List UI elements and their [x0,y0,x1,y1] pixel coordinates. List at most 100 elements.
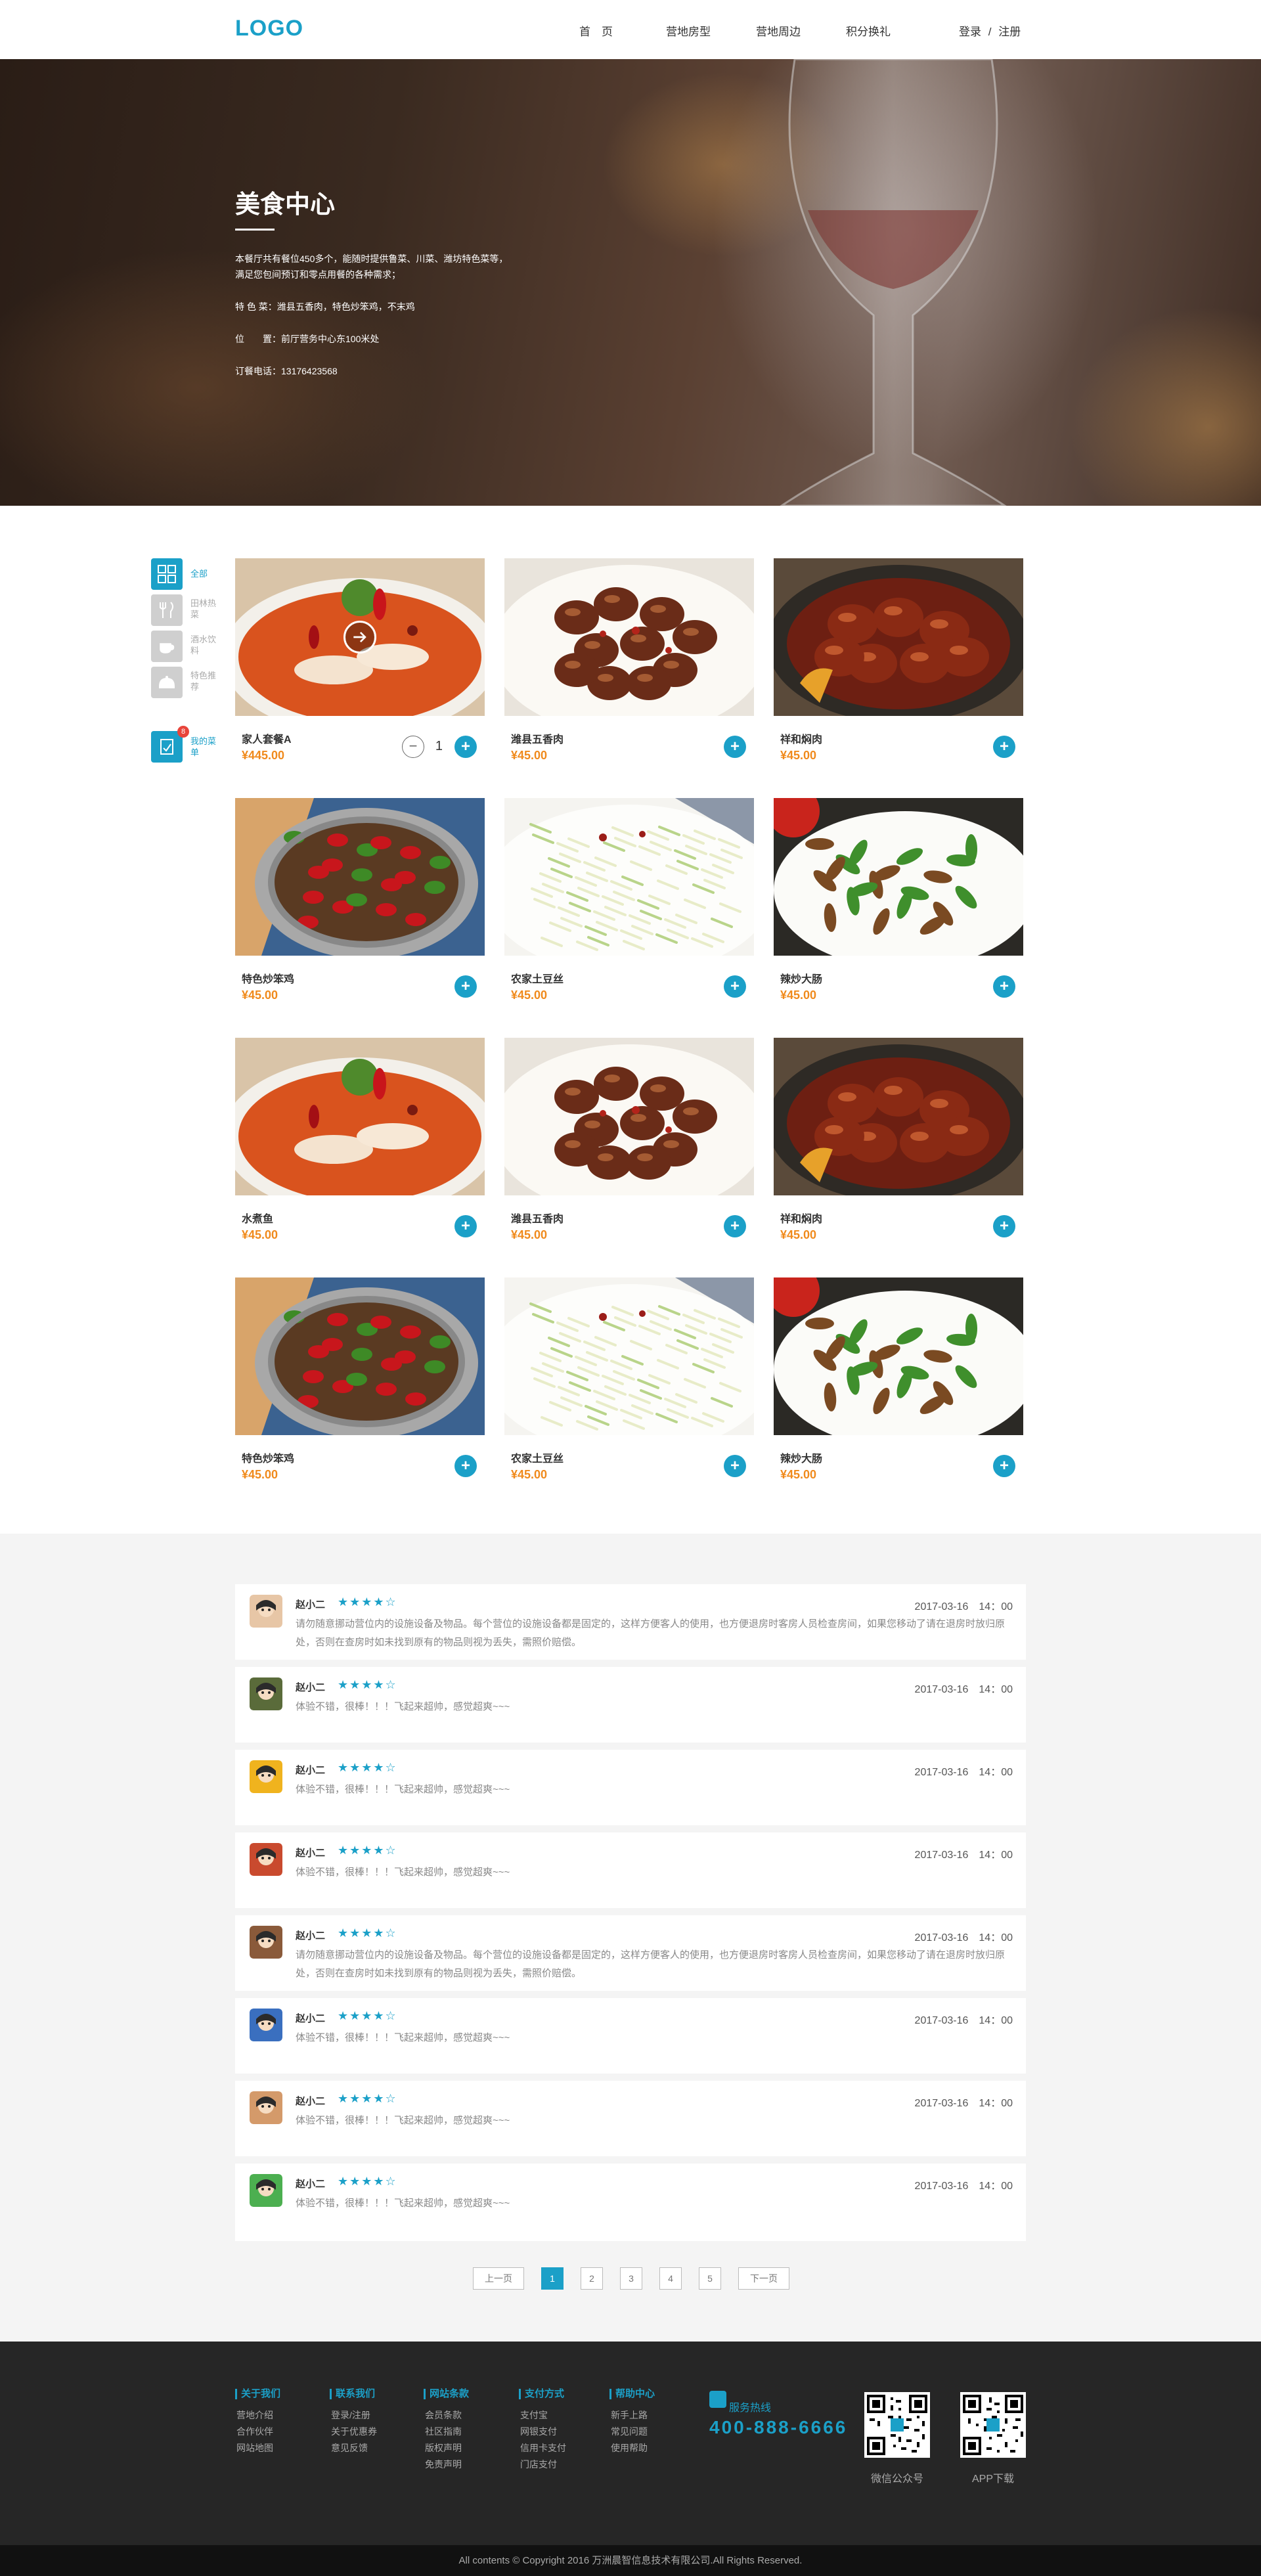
add-to-menu-button[interactable]: + [454,736,477,758]
sidebar-label-featured[interactable]: 特色推荐 [190,670,217,692]
footer-link[interactable]: 新手上路 [609,2407,655,2424]
add-to-menu-button[interactable]: + [993,736,1015,758]
footer-column-title: 帮助中心 [609,2389,655,2399]
footer-link[interactable]: 网银支付 [519,2424,566,2440]
add-to-menu-button[interactable]: + [454,975,477,998]
pagination-next[interactable]: 下一页 [738,2267,789,2290]
pagination-page-2[interactable]: 2 [581,2267,603,2290]
fork-knife-icon [160,602,173,618]
dish-card[interactable]: 家人套餐A ¥445.00 −1 + [235,558,485,768]
hero-intro-line1: 本餐厅共有餐位450多个，能随时提供鲁菜、川菜、潍坊特色菜等， [235,254,508,264]
footer-link[interactable]: 关于优惠券 [330,2424,377,2440]
comment-item: 赵小二 ★★★★☆ 2017-03-16 14：00 请勿随意挪动营位内的设施设备及物… [235,1915,1026,1991]
dish-card[interactable]: 祥和焖肉 ¥45.00 + [774,558,1023,768]
dish-image[interactable] [774,798,1023,956]
arrow-right-icon[interactable] [343,621,376,654]
footer-link[interactable]: 版权声明 [424,2440,469,2456]
dish-name: 祥和焖肉 [780,1214,823,1225]
add-to-menu-button[interactable]: + [454,1455,477,1477]
comment-text: 体验不错，很棒！！！飞起来超帅，感觉超爽~~~ [296,1784,510,1795]
footer-link[interactable]: 信用卡支付 [519,2440,566,2456]
sidebar-item-all[interactable] [151,558,183,590]
dish-image[interactable] [504,1038,754,1195]
dish-image[interactable] [774,1038,1023,1195]
add-to-menu-button[interactable]: + [993,1455,1015,1477]
comment-author: 赵小二 [296,1765,326,1776]
sidebar-item-hot-dishes[interactable] [151,594,183,626]
nav-camp-surroundings[interactable]: 营地周边 [756,22,801,39]
comment-author: 赵小二 [296,1848,326,1859]
dish-image[interactable] [504,798,754,956]
add-to-menu-button[interactable]: + [724,1455,746,1477]
dish-card[interactable]: 辣炒大肠 ¥45.00 + [774,798,1023,1008]
comment-author: 赵小二 [296,1930,326,1942]
dish-price: ¥45.00 [242,988,278,1002]
dish-card[interactable]: 特色炒笨鸡 ¥45.00 + [235,798,485,1008]
add-to-menu-button[interactable]: + [993,975,1015,998]
footer-link[interactable]: 社区指南 [424,2424,469,2440]
dish-image[interactable] [235,798,485,956]
coffee-cup-icon [160,643,175,654]
nav-camp-rooms[interactable]: 营地房型 [666,22,711,39]
nav-points-gifts[interactable]: 积分换礼 [846,22,891,39]
rating-stars: ★★★★☆ [338,1844,397,1857]
footer-link[interactable]: 意见反馈 [330,2440,377,2456]
add-to-menu-button[interactable]: + [724,1215,746,1237]
footer-link[interactable]: 支付宝 [519,2407,566,2424]
dish-card[interactable]: 潍县五香肉 ¥45.00 + [504,558,754,768]
dish-card[interactable]: 农家土豆丝 ¥45.00 + [504,1277,754,1488]
hero-intro-line2: 满足您包间预订和零点用餐的各种需求； [235,269,401,280]
pagination-page-4[interactable]: 4 [659,2267,682,2290]
sidebar-label-all[interactable]: 全部 [190,568,217,579]
decrease-quantity-button[interactable]: − [402,736,424,758]
comment-date: 2017-03-16 14：00 [914,1850,1013,1861]
dish-card[interactable]: 水煮鱼 ¥45.00 + [235,1038,485,1248]
dish-image[interactable] [504,1277,754,1435]
footer-link[interactable]: 免责声明 [424,2456,469,2473]
dish-card[interactable]: 潍县五香肉 ¥45.00 + [504,1038,754,1248]
pagination-page-3[interactable]: 3 [620,2267,642,2290]
dish-name: 家人套餐A [242,734,292,745]
dish-card[interactable]: 农家土豆丝 ¥45.00 + [504,798,754,1008]
my-menu-button[interactable] [151,731,183,763]
footer-link[interactable]: 会员条款 [424,2407,469,2424]
sidebar-label-drinks[interactable]: 酒水饮料 [190,634,217,656]
pagination-prev[interactable]: 上一页 [473,2267,524,2290]
footer-link[interactable]: 使用帮助 [609,2440,655,2456]
add-to-menu-button[interactable]: + [993,1215,1015,1237]
add-to-menu-button[interactable]: + [724,975,746,998]
my-menu-label[interactable]: 我的菜单 [190,736,217,758]
add-to-menu-button[interactable]: + [724,736,746,758]
rating-stars: ★★★★☆ [338,2092,397,2105]
dish-image[interactable] [774,558,1023,716]
dish-name: 辣炒大肠 [780,974,823,985]
sidebar-label-hot-dishes[interactable]: 田林热菜 [190,598,217,620]
pagination-page-5[interactable]: 5 [699,2267,721,2290]
footer-link[interactable]: 门店支付 [519,2456,566,2473]
dish-price: ¥45.00 [511,988,548,1002]
comment-date: 2017-03-16 14：00 [914,1601,1013,1612]
logo[interactable]: LOGO [235,16,303,41]
comment-item: 赵小二 ★★★★☆ 2017-03-16 14：00 体验不错，很棒！！！飞起来超帅，… [235,2164,1026,2241]
dish-card[interactable]: 辣炒大肠 ¥45.00 + [774,1277,1023,1488]
pagination-page-1[interactable]: 1 [541,2267,564,2290]
nav-home[interactable]: 首 页 [579,22,613,39]
footer-link[interactable]: 营地介绍 [235,2407,280,2424]
footer-link[interactable]: 常见问题 [609,2424,655,2440]
sidebar-item-featured[interactable] [151,667,183,698]
dish-image[interactable] [235,1038,485,1195]
login-link[interactable]: 登录 [959,26,981,38]
dish-price: ¥45.00 [780,1228,817,1241]
register-link[interactable]: 注册 [998,26,1021,38]
dish-card[interactable]: 特色炒笨鸡 ¥45.00 + [235,1277,485,1488]
footer-link[interactable]: 网站地图 [235,2440,280,2456]
dish-card[interactable]: 祥和焖肉 ¥45.00 + [774,1038,1023,1248]
sidebar-item-drinks[interactable] [151,631,183,662]
dish-image[interactable] [235,1277,485,1435]
footer-link[interactable]: 合作伙伴 [235,2424,280,2440]
dish-image[interactable] [774,1277,1023,1435]
add-to-menu-button[interactable]: + [454,1215,477,1237]
dish-image[interactable] [504,558,754,716]
dish-image[interactable] [235,558,485,716]
footer-link[interactable]: 登录/注册 [330,2407,377,2424]
